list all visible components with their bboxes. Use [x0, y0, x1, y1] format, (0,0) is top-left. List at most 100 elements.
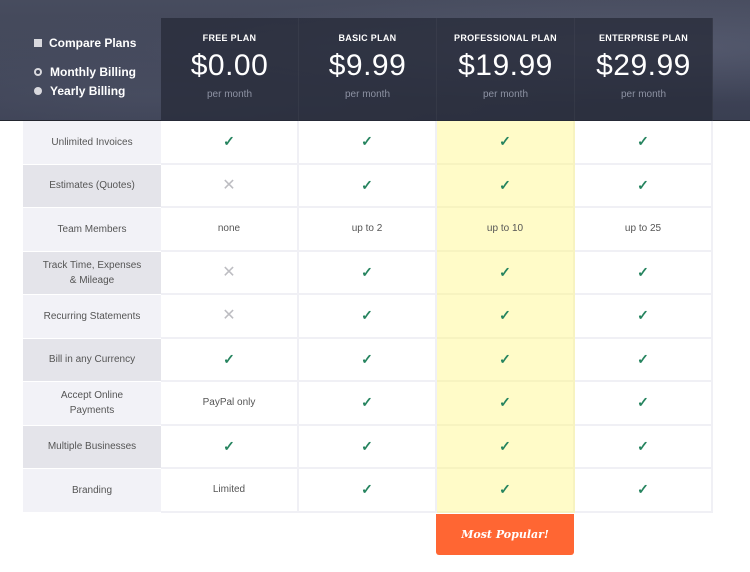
checkmark-icon: ✓ — [637, 437, 649, 454]
checkmark-icon: ✓ — [637, 394, 649, 411]
checkmark-icon: ✓ — [499, 481, 511, 498]
plan-value-cell: ✓ — [299, 251, 437, 295]
feature-label: Unlimited Invoices — [23, 121, 161, 165]
plan-value-text: PayPal only — [202, 397, 256, 409]
feature-row: Estimates (Quotes) ✕ ✓ ✓ ✓ — [23, 164, 713, 208]
plan-name: BASIC PLAN — [338, 33, 397, 43]
checkmark-icon: ✓ — [499, 394, 511, 411]
radio-selected-icon[interactable] — [34, 68, 42, 76]
feature-row: Accept Online Payments PayPal only ✓ ✓ ✓ — [23, 382, 713, 426]
plan-value-cell: ✓ — [161, 338, 299, 382]
yearly-billing-radio[interactable]: Yearly Billing — [34, 84, 136, 98]
feature-row: Recurring Statements ✕ ✓ ✓ ✓ — [23, 295, 713, 339]
plan-period: per month — [206, 89, 253, 100]
plan-value-cell: ✓ — [575, 469, 713, 513]
cross-icon: ✕ — [222, 307, 236, 325]
plan-value-cell: ✓ — [161, 425, 299, 469]
feature-label: Recurring Statements — [23, 295, 161, 339]
plan-value-cell: ✓ — [299, 469, 437, 513]
checkmark-icon: ✓ — [361, 394, 373, 411]
checkbox-icon[interactable] — [34, 39, 42, 47]
plan-value-cell: ✓ — [575, 295, 713, 339]
monthly-billing-label: Monthly Billing — [50, 65, 136, 79]
checkmark-icon: ✓ — [499, 133, 511, 150]
plan-value-cell: ✕ — [161, 295, 299, 339]
checkmark-icon: ✓ — [499, 307, 511, 324]
most-popular-badge[interactable]: Most Popular! — [436, 514, 574, 555]
checkmark-icon: ✓ — [361, 263, 373, 280]
pricing-header: Compare Plans Monthly Billing Yearly Bil… — [0, 0, 750, 121]
plan-period: per month — [344, 89, 391, 100]
plan-value-cell: ✓ — [437, 251, 575, 295]
plan-value-cell: ✕ — [161, 164, 299, 208]
plan-value-cell: ✓ — [437, 338, 575, 382]
plan-value-text: Limited — [212, 484, 246, 496]
plan-price: $19.99 — [458, 49, 553, 82]
checkmark-icon: ✓ — [223, 133, 235, 150]
plan-header-enterprise: ENTERPRISE PLAN $29.99 per month — [575, 18, 713, 121]
feature-row: Multiple Businesses ✓ ✓ ✓ ✓ — [23, 425, 713, 469]
plan-value-cell: ✓ — [437, 469, 575, 513]
plan-value-cell: ✓ — [299, 121, 437, 165]
plan-value-cell: none — [161, 208, 299, 252]
checkmark-icon: ✓ — [223, 437, 235, 454]
plan-value-cell: ✓ — [299, 164, 437, 208]
plan-value-cell: ✓ — [575, 251, 713, 295]
compare-plans-checkbox[interactable]: Compare Plans — [34, 36, 136, 50]
plan-value-cell: ✕ — [161, 251, 299, 295]
feature-label: Accept Online Payments — [23, 382, 161, 426]
checkmark-icon: ✓ — [361, 133, 373, 150]
plan-value-text: up to 25 — [624, 223, 662, 235]
plan-name: FREE PLAN — [202, 33, 257, 43]
plan-value-cell: ✓ — [299, 425, 437, 469]
plan-price: $9.99 — [328, 49, 407, 82]
plan-name: ENTERPRISE PLAN — [598, 33, 688, 43]
yearly-billing-label: Yearly Billing — [50, 84, 126, 98]
feature-row: Team Members none up to 2 up to 10 up to 25 — [23, 208, 713, 252]
checkmark-icon: ✓ — [361, 437, 373, 454]
radio-icon[interactable] — [34, 87, 42, 95]
plan-value-text: up to 2 — [351, 223, 383, 235]
plan-value-cell: ✓ — [437, 425, 575, 469]
checkmark-icon: ✓ — [499, 263, 511, 280]
plan-value-cell: ✓ — [299, 382, 437, 426]
plan-value-cell: ✓ — [437, 164, 575, 208]
plan-value-cell: ✓ — [437, 382, 575, 426]
plan-value-cell: ✓ — [161, 121, 299, 165]
feature-row: Track Time, Expenses & Mileage ✕ ✓ ✓ ✓ — [23, 251, 713, 295]
plan-controls: Compare Plans Monthly Billing Yearly Bil… — [34, 36, 136, 98]
plan-header-basic: BASIC PLAN $9.99 per month — [299, 18, 437, 121]
plan-value-text: none — [217, 223, 241, 235]
monthly-billing-radio[interactable]: Monthly Billing — [34, 65, 136, 79]
feature-row: Branding Limited ✓ ✓ ✓ — [23, 469, 713, 513]
checkmark-icon: ✓ — [361, 307, 373, 324]
plan-value-cell: ✓ — [299, 338, 437, 382]
plan-value-cell: up to 10 — [437, 208, 575, 252]
plan-value-cell: up to 25 — [575, 208, 713, 252]
plan-value-cell: ✓ — [437, 295, 575, 339]
feature-row: Unlimited Invoices ✓ ✓ ✓ ✓ — [23, 121, 713, 165]
feature-label: Multiple Businesses — [23, 425, 161, 469]
checkmark-icon: ✓ — [499, 437, 511, 454]
plan-period: per month — [620, 89, 667, 100]
plan-value-cell: Limited — [161, 469, 299, 513]
plan-price: $0.00 — [190, 49, 269, 82]
plan-value-cell: ✓ — [575, 382, 713, 426]
checkmark-icon: ✓ — [361, 481, 373, 498]
plan-value-text: up to 10 — [486, 223, 524, 235]
feature-label: Track Time, Expenses & Mileage — [23, 251, 161, 295]
plan-header-professional: PROFESSIONAL PLAN $19.99 per month — [437, 18, 575, 121]
compare-plans-label: Compare Plans — [49, 36, 137, 50]
feature-label: Team Members — [23, 208, 161, 252]
checkmark-icon: ✓ — [361, 176, 373, 193]
plan-value-cell: ✓ — [299, 295, 437, 339]
feature-row: Bill in any Currency ✓ ✓ ✓ ✓ — [23, 338, 713, 382]
plan-value-cell: PayPal only — [161, 382, 299, 426]
checkmark-icon: ✓ — [637, 263, 649, 280]
plan-value-cell: ✓ — [575, 338, 713, 382]
checkmark-icon: ✓ — [637, 133, 649, 150]
plan-value-cell: ✓ — [575, 425, 713, 469]
checkmark-icon: ✓ — [637, 176, 649, 193]
plan-price: $29.99 — [596, 49, 691, 82]
plan-period: per month — [482, 89, 529, 100]
